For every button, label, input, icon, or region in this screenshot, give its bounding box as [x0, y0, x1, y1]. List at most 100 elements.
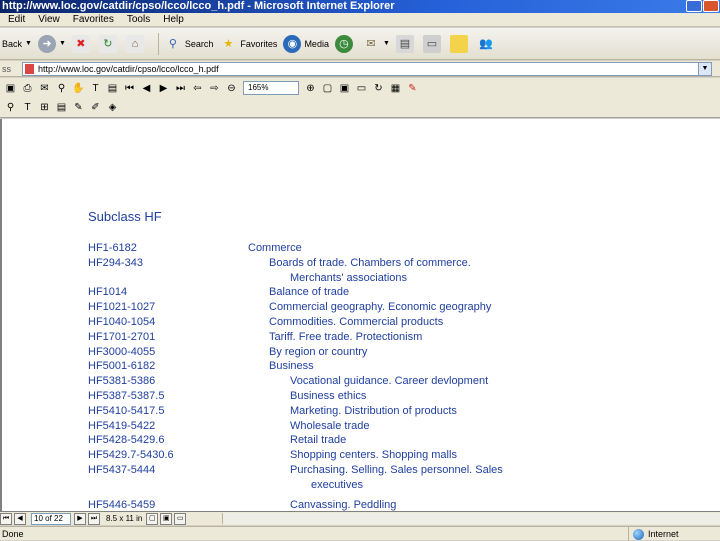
search-button[interactable]: ⚲ Search	[164, 35, 214, 53]
next-page-icon[interactable]: ▶	[157, 82, 170, 95]
mail-icon: ✉	[366, 37, 376, 50]
class-code: HF1701-2701	[88, 330, 156, 343]
previous-page-icon[interactable]: ◀	[14, 512, 26, 525]
class-description: Tariff. Free trade. Protectionism	[269, 330, 423, 343]
menu-view[interactable]: View	[38, 14, 60, 25]
history-icon: ◷	[334, 34, 353, 53]
text-select-icon[interactable]: T	[89, 82, 102, 95]
class-code: HF1014	[88, 286, 128, 299]
last-page-icon[interactable]: ⏭	[174, 82, 187, 95]
forward-icon: ➜	[37, 34, 56, 53]
email-icon[interactable]: ✉	[38, 82, 51, 95]
list-item: HF3000-4055 By region or country	[2, 346, 720, 361]
acrobat-logo-icon[interactable]: ✎	[406, 82, 419, 95]
zone-label: Internet	[648, 529, 679, 539]
mail-button[interactable]: ✉ ▼	[362, 35, 390, 53]
security-zone: Internet	[628, 527, 679, 541]
save-icon[interactable]: ▣	[4, 82, 17, 95]
search-icon: ⚲	[168, 37, 177, 50]
list-item: HF5410-5417.5 Marketing. Distribution of …	[2, 405, 720, 420]
class-code: HF1021-1027	[88, 301, 156, 314]
class-description: Commodities. Commercial products	[269, 316, 444, 328]
zoom-tool-icon[interactable]: ⚲	[4, 101, 17, 114]
class-code: HF3000-4055	[88, 345, 156, 358]
first-page-icon[interactable]: ⏮	[0, 512, 12, 525]
menu-bar: Edit View Favorites Tools Help	[0, 13, 720, 27]
previous-page-icon[interactable]: ◀	[140, 82, 153, 95]
menu-tools[interactable]: Tools	[127, 14, 150, 25]
zoom-select[interactable]: 165%	[243, 81, 299, 95]
class-description: By region or country	[269, 345, 368, 358]
rotate-icon[interactable]: ↻	[372, 82, 385, 95]
stop-button[interactable]: ✖	[71, 34, 93, 53]
search-icon[interactable]: ⚲	[55, 82, 68, 95]
back-button[interactable]: Back ▼	[2, 39, 32, 49]
minimize-button[interactable]	[686, 0, 702, 12]
reflow-icon[interactable]: ▦	[389, 82, 402, 95]
list-item: HF1701-2701 Tariff. Free trade. Protectio…	[2, 331, 720, 346]
horizontal-scrollbar[interactable]	[222, 513, 720, 524]
highlight-icon[interactable]: ✐	[89, 101, 102, 114]
pdf-document-view[interactable]: Subclass HF HF1-6182 Commerce HF294-343 Boa…	[0, 119, 720, 511]
stop-icon: ✖	[71, 34, 90, 53]
refresh-button[interactable]: ↻	[98, 34, 120, 53]
forward-button[interactable]: ➜ ▼	[37, 34, 66, 53]
continuous-icon[interactable]: ▣	[160, 512, 173, 525]
history-button[interactable]: ◷	[334, 34, 356, 53]
previous-view-icon[interactable]: ⇦	[191, 82, 204, 95]
edit-icon: ▭	[422, 34, 441, 53]
list-item: HF5001-6182 Business	[2, 360, 720, 375]
zoom-value: 165%	[248, 83, 269, 92]
hand-tool-icon[interactable]: ✋	[72, 82, 85, 95]
messenger-button[interactable]: 👥	[477, 35, 498, 53]
zoom-in-icon[interactable]: ⊕	[304, 82, 317, 95]
title-bar: http://www.loc.gov/catdir/cpso/lcco/lcco…	[0, 0, 720, 13]
last-page-icon[interactable]: ⏭	[88, 512, 100, 525]
print-icon[interactable]: ⎙	[21, 82, 34, 95]
facing-icon[interactable]: ▭	[174, 512, 187, 525]
home-button[interactable]: ⌂	[125, 34, 147, 53]
chevron-down-icon[interactable]: ▼	[383, 40, 390, 47]
list-item: HF5428-5429.6 Retail trade	[2, 434, 720, 449]
chevron-down-icon[interactable]: ▼	[25, 40, 32, 47]
media-button[interactable]: ◉ Media	[283, 34, 329, 53]
pages-panel-icon[interactable]: ▤	[106, 82, 119, 95]
class-code: HF5387-5387.5	[88, 390, 165, 402]
address-input[interactable]: http://www.loc.gov/catdir/cpso/lcco/lcco…	[22, 61, 712, 76]
single-page-icon[interactable]: ▢	[146, 512, 159, 525]
next-page-icon[interactable]: ▶	[74, 512, 86, 525]
edit-button[interactable]: ▭	[422, 34, 444, 53]
favorites-button[interactable]: ★ Favorites	[219, 35, 277, 53]
stamp-icon[interactable]: ◈	[106, 101, 119, 114]
column-select-icon[interactable]: ⊞	[38, 101, 51, 114]
fit-page-icon[interactable]: ▣	[338, 82, 351, 95]
class-code: HF5437-5444	[88, 464, 156, 476]
class-code: HF5419-5422	[88, 419, 156, 432]
menu-help[interactable]: Help	[163, 14, 184, 25]
class-description: Shopping centers. Shopping malls	[290, 449, 457, 462]
class-description: Commercial geography. Economic geography	[269, 301, 492, 314]
note-icon	[449, 34, 468, 53]
menu-favorites[interactable]: Favorites	[73, 14, 114, 25]
next-view-icon[interactable]: ⇨	[208, 82, 221, 95]
list-item: HF294-343 Boards of trade. Chambers of co…	[2, 257, 720, 272]
list-item: Merchants' associations	[2, 272, 720, 287]
list-item: HF1040-1054 Commodities. Commercial produ…	[2, 316, 720, 331]
chevron-down-icon[interactable]: ▼	[698, 62, 711, 75]
chevron-down-icon[interactable]: ▼	[59, 40, 66, 47]
menu-edit[interactable]: Edit	[8, 14, 25, 25]
actual-size-icon[interactable]: ▢	[321, 82, 334, 95]
star-icon: ★	[223, 37, 234, 50]
note-tool-icon[interactable]: ▤	[55, 101, 68, 114]
close-button[interactable]	[703, 0, 719, 12]
media-icon: ◉	[283, 34, 302, 53]
fit-width-icon[interactable]: ▭	[355, 82, 368, 95]
print-button[interactable]: ▤	[395, 34, 417, 53]
pencil-icon[interactable]: ✎	[72, 101, 85, 114]
first-page-icon[interactable]: ⏮	[123, 82, 136, 95]
page-number-field[interactable]: 10 of 22	[31, 512, 71, 525]
zoom-out-icon[interactable]: ⊖	[225, 82, 238, 95]
discuss-button[interactable]	[449, 34, 471, 53]
text-tool-icon[interactable]: T	[21, 101, 34, 114]
back-label: Back	[2, 38, 23, 49]
